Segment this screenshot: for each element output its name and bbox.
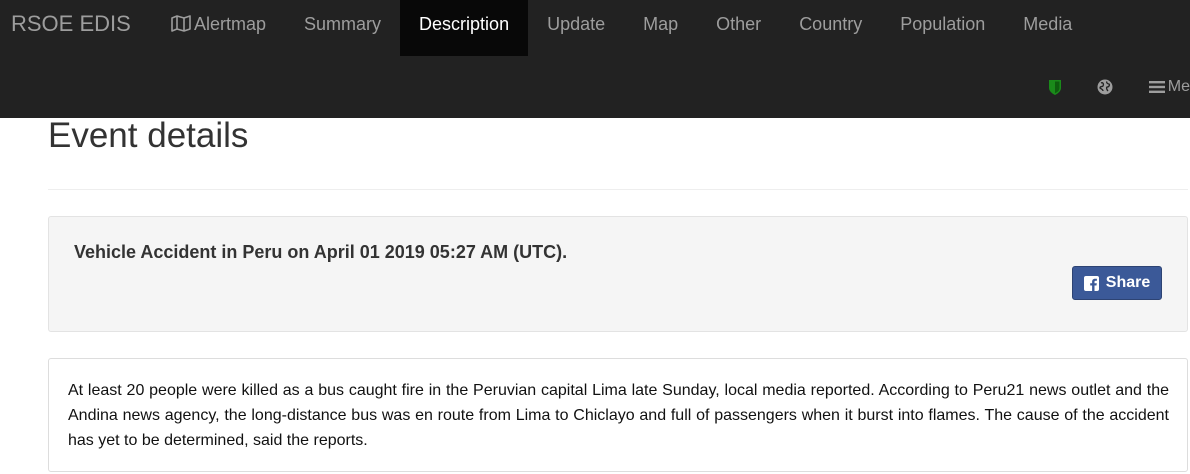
brand-logo[interactable]: RSOE EDIS — [11, 10, 131, 38]
secondary-nav: Me — [1048, 76, 1190, 98]
nav-item-update[interactable]: Update — [528, 0, 624, 56]
menu-toggle[interactable]: Me — [1148, 78, 1190, 96]
divider — [48, 189, 1188, 190]
nav-item-country[interactable]: Country — [780, 0, 881, 56]
nav-item-label: Update — [547, 14, 606, 34]
facebook-icon — [1083, 275, 1099, 291]
share-label: Share — [1105, 274, 1151, 291]
nav-item-map[interactable]: Map — [624, 0, 697, 56]
map-icon — [171, 15, 191, 32]
nav-item-label: Population — [900, 14, 986, 34]
navbar: RSOE EDIS Alertmap Summary Description U… — [0, 0, 1190, 118]
event-description: At least 20 people were killed as a bus … — [68, 382, 1169, 449]
nav-item-alertmap[interactable]: Alertmap — [152, 0, 285, 56]
event-title: Vehicle Accident in Peru on April 01 201… — [74, 242, 568, 262]
nav-item-summary[interactable]: Summary — [285, 0, 400, 56]
event-header-well: Vehicle Accident in Peru on April 01 201… — [48, 216, 1188, 332]
globe-button[interactable] — [1097, 79, 1113, 95]
nav-item-label: Summary — [304, 14, 382, 34]
globe-icon — [1097, 79, 1113, 95]
nav-item-label: Country — [799, 14, 863, 34]
event-description-panel: At least 20 people were killed as a bus … — [48, 358, 1188, 472]
nav-item-label: Alertmap — [194, 14, 267, 34]
nav-item-label: Media — [1023, 14, 1073, 34]
nav-item-label: Description — [419, 14, 510, 34]
main-nav: Alertmap Summary Description Update Map … — [152, 0, 1091, 56]
nav-item-other[interactable]: Other — [697, 0, 780, 56]
share-button[interactable]: Share — [1072, 266, 1162, 300]
nav-item-label: Map — [643, 14, 679, 34]
nav-item-label: Other — [716, 14, 762, 34]
shield-button[interactable] — [1048, 79, 1061, 95]
menu-label: Me — [1167, 78, 1190, 95]
nav-item-media[interactable]: Media — [1004, 0, 1091, 56]
hamburger-icon — [1148, 81, 1165, 93]
nav-item-description[interactable]: Description — [400, 0, 529, 56]
main-content: Event details Vehicle Accident in Peru o… — [48, 116, 1188, 472]
shield-icon — [1048, 79, 1061, 95]
nav-item-population[interactable]: Population — [881, 0, 1004, 56]
page-title: Event details — [48, 116, 249, 155]
